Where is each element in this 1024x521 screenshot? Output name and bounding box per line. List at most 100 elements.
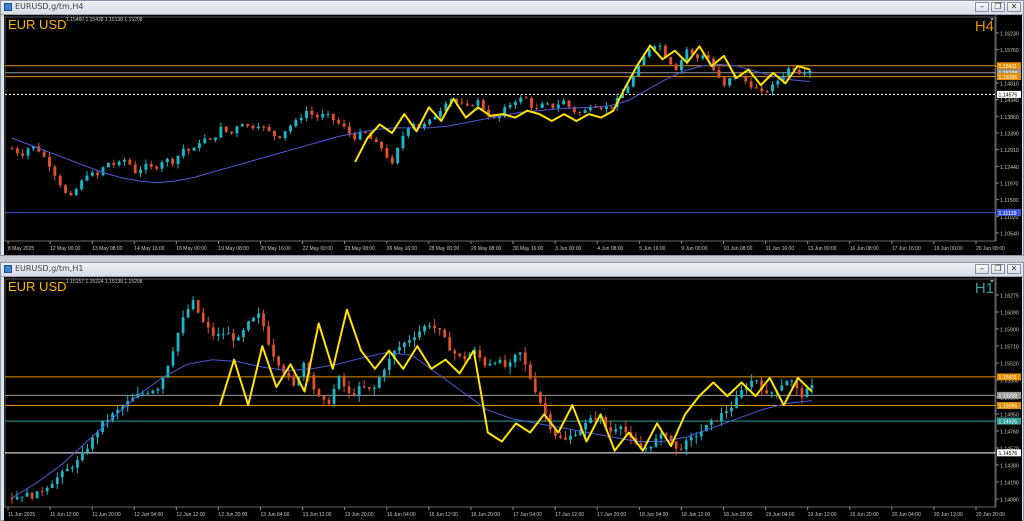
candle — [106, 162, 110, 168]
candle — [559, 435, 562, 438]
candle — [476, 100, 480, 106]
candle — [689, 436, 693, 441]
candle — [219, 126, 223, 138]
candle — [86, 448, 89, 453]
candle — [770, 392, 774, 394]
window-titlebar[interactable]: EURUSD,g/tm,H4 – ❐ ✕ — [1, 1, 1023, 15]
candle — [754, 87, 758, 89]
candle — [76, 460, 79, 468]
level-price-label: 1.14576 — [999, 451, 1018, 457]
time-tick-label: 14 May 16:00 — [134, 246, 165, 252]
candle — [658, 45, 662, 47]
candle — [528, 364, 532, 379]
window-title: EURUSD,g/tm,H1 — [15, 264, 84, 273]
time-tick-label: 17 Jun 04:00 — [513, 512, 542, 518]
candle — [160, 162, 164, 169]
candle — [382, 369, 386, 378]
candle — [58, 175, 62, 186]
candle — [331, 113, 335, 121]
chart-plot-area[interactable]: 1.16275 1.16090 1.15900 1.15710 1.15520 1.153… — [4, 277, 1022, 521]
ohlc-readout: 1.15460 1.15438 1.15138 1.15208 — [66, 17, 143, 23]
candle — [85, 175, 89, 181]
candle — [96, 172, 100, 176]
candle — [438, 328, 442, 330]
candle — [538, 392, 542, 403]
candle — [242, 330, 245, 338]
candle — [235, 126, 239, 134]
level-price-label: 1.14576 — [999, 93, 1018, 99]
candlestick-chart-h1[interactable]: 1.162751.160901.159001.157101.155201.153… — [4, 277, 1022, 521]
price-tick-label: 1.14190 — [1000, 481, 1019, 487]
time-tick-label: 8 May 2025 — [8, 246, 34, 252]
candle — [151, 390, 155, 394]
candle — [771, 84, 774, 92]
candle — [214, 137, 217, 140]
window-title: EURUSD,g/tm,H4 — [15, 2, 84, 11]
candle — [755, 380, 759, 382]
chart-plot-area[interactable]: 1.162301.157601.152901.148101.143401.138… — [4, 15, 1022, 255]
candlestick-chart-h4[interactable]: 1.162301.157601.152901.148101.143401.138… — [4, 15, 1022, 255]
candle — [503, 360, 507, 367]
candle — [48, 156, 51, 167]
candle — [669, 435, 673, 442]
minimize-button[interactable]: – — [975, 264, 989, 274]
candle — [546, 103, 550, 105]
candle — [69, 192, 73, 196]
candle — [224, 126, 228, 132]
candle — [488, 363, 492, 366]
candle — [322, 396, 326, 400]
candle — [327, 399, 331, 404]
close-button[interactable]: ✕ — [1007, 2, 1021, 12]
candle — [413, 337, 416, 341]
chart-window-h4[interactable]: EURUSD,g/tm,H4 – ❐ ✕ 1.162301.157601.152… — [0, 0, 1024, 256]
candle — [197, 143, 201, 148]
time-tick-label: 13 May 08:00 — [92, 246, 123, 252]
candle — [787, 68, 791, 76]
candle — [123, 159, 126, 162]
candle — [463, 355, 467, 360]
close-button[interactable]: ✕ — [1007, 264, 1021, 274]
candle — [141, 393, 145, 395]
candle — [144, 163, 148, 170]
minimize-button[interactable]: – — [975, 2, 989, 12]
candle — [292, 376, 296, 386]
candle — [694, 436, 698, 438]
window-titlebar[interactable]: EURUSD,g/tm,H1 – ❐ ✕ — [1, 263, 1023, 277]
candle — [20, 496, 24, 498]
candle — [283, 131, 287, 138]
candle — [53, 166, 57, 176]
candle — [599, 107, 603, 109]
candle — [347, 386, 351, 394]
candle — [403, 342, 406, 348]
candle — [458, 353, 462, 356]
candle — [35, 491, 39, 499]
time-tick-label: 13 Jun 04:00 — [261, 512, 290, 518]
candle — [780, 385, 784, 391]
candle — [21, 153, 25, 156]
time-tick-label: 19 Jun 20:00 — [850, 512, 879, 518]
candle — [438, 110, 442, 117]
time-tick-label: 20 May 16:00 — [261, 246, 292, 252]
symbol-label: EUR USD — [8, 17, 67, 32]
candle — [513, 354, 517, 363]
candle — [696, 54, 699, 59]
candle — [10, 148, 14, 150]
candle — [372, 387, 376, 389]
candle — [201, 312, 205, 322]
candle — [321, 113, 325, 118]
candle — [342, 123, 346, 127]
candle — [272, 130, 276, 137]
candle — [433, 116, 437, 120]
chart-window-h1[interactable]: EURUSD,g/tm,H1 – ❐ ✕ 1.16275 1.16090 1.159… — [0, 262, 1024, 521]
candle — [191, 300, 195, 310]
candle — [722, 77, 726, 86]
candle — [294, 120, 298, 126]
candle — [649, 446, 653, 449]
restore-button[interactable]: ❐ — [991, 264, 1005, 274]
restore-button[interactable]: ❐ — [991, 2, 1005, 12]
candle — [471, 105, 475, 107]
candle — [247, 321, 250, 331]
candle — [374, 139, 378, 142]
ohlc-readout: 1.15157 1.15224 1.15138 1.15208 — [66, 279, 143, 285]
candle — [246, 124, 250, 127]
